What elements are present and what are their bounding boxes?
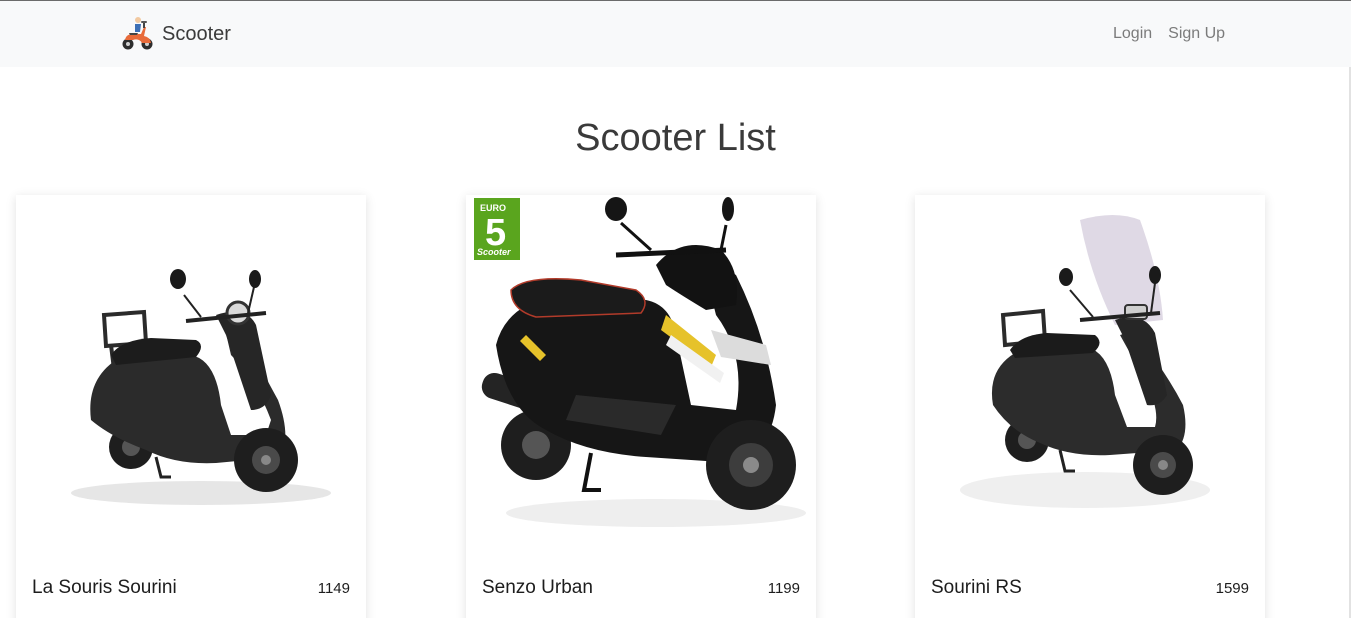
page-title: Scooter List (575, 117, 776, 159)
brand-link[interactable]: Scooter (120, 15, 231, 53)
brand-name: Scooter (162, 22, 231, 45)
scooter-image (71, 269, 331, 505)
euro5-badge: EURO 5 Scooter (474, 198, 520, 260)
scooter-name: Senzo Urban (482, 577, 593, 598)
nav-links: Login Sign Up (1113, 25, 1225, 43)
scooter-logo-icon (122, 17, 153, 50)
scooter-image: EURO 5 Scooter (474, 197, 806, 527)
signup-link[interactable]: Sign Up (1168, 25, 1225, 43)
login-link[interactable]: Login (1113, 25, 1152, 43)
scooter-price: 1149 (317, 580, 350, 597)
scooter-name: La Souris Sourini (32, 577, 177, 598)
scooter-image (960, 215, 1210, 508)
scooter-card[interactable]: EURO 5 Scooter Senzo Urban 1199 (466, 195, 816, 618)
scooter-card[interactable]: La Souris Sourini 1149 (16, 195, 366, 618)
scooter-price: 1599 (1215, 580, 1249, 597)
navbar: Scooter Login Sign Up (0, 1, 1351, 67)
scooter-price: 1199 (767, 580, 800, 597)
scooter-card[interactable]: Sourini RS 1599 (915, 195, 1265, 618)
scooter-name: Sourini RS (931, 577, 1022, 598)
svg-text:Scooter: Scooter (477, 247, 511, 257)
